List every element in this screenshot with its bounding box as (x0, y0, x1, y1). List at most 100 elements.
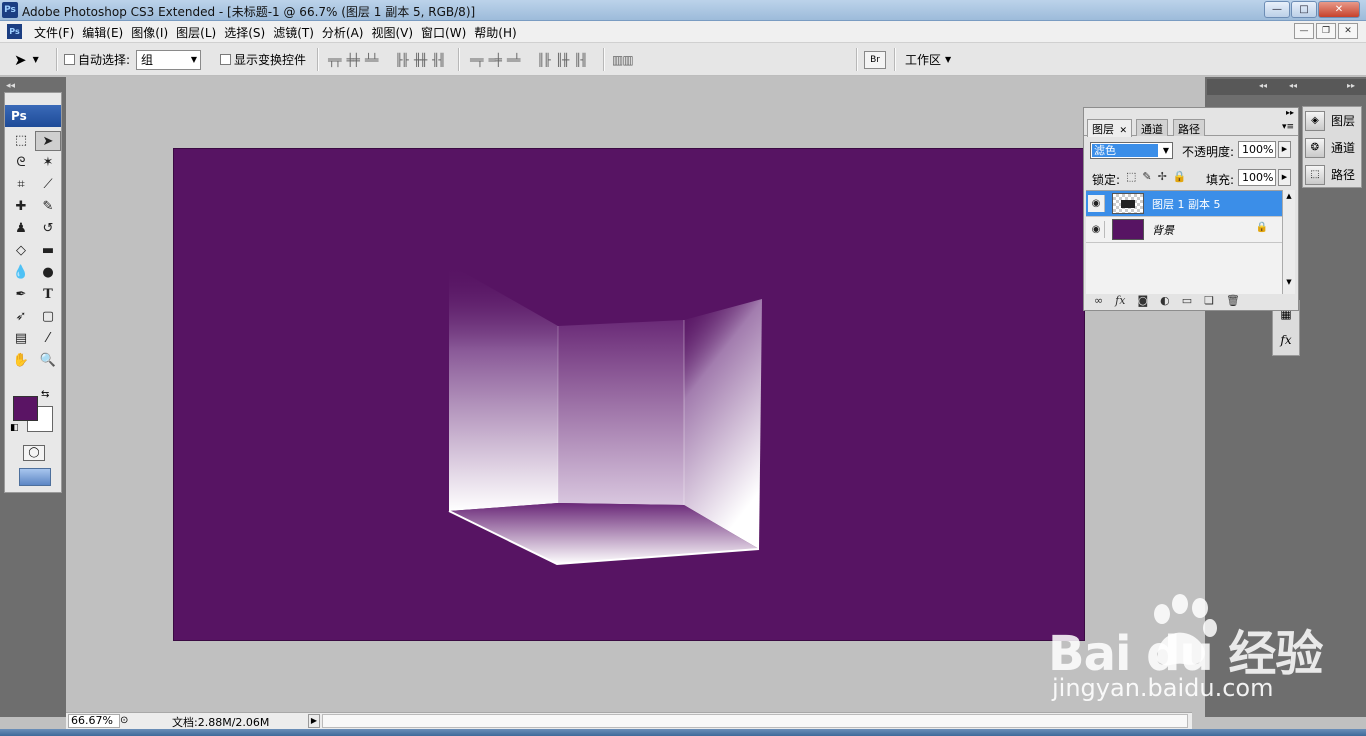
menu-image[interactable]: 图像(I) (127, 24, 172, 41)
pen-tool-icon[interactable]: ✒ (8, 285, 34, 305)
lock-all-icon[interactable]: 🔒 (1173, 170, 1187, 183)
healing-brush-tool-icon[interactable]: ✚ (8, 197, 34, 217)
zoom-tool-icon[interactable]: 🔍 (35, 351, 61, 371)
new-layer-icon[interactable]: ❏ (1204, 294, 1214, 307)
panel-menu-icon[interactable]: ▾≡ (1282, 122, 1294, 132)
tab-paths[interactable]: 路径 (1173, 119, 1205, 136)
align-bottom-icon[interactable]: ╧╧ (365, 53, 378, 67)
show-transform-checkbox[interactable] (220, 54, 231, 65)
doc-minimize-button[interactable]: — (1294, 23, 1314, 39)
bridge-icon[interactable]: Br (864, 50, 886, 69)
close-button[interactable]: ✕ (1318, 1, 1360, 18)
menu-file[interactable]: 文件(F) (30, 24, 78, 41)
visibility-eye-icon[interactable]: ◉ (1088, 195, 1105, 212)
notes-tool-icon[interactable]: ▤ (8, 329, 34, 349)
crop-tool-icon[interactable]: ⌗ (8, 175, 34, 195)
quick-mask-button[interactable]: ◯ (23, 445, 45, 461)
add-mask-icon[interactable]: ◙ (1137, 294, 1148, 307)
shape-tool-icon[interactable]: ▢ (35, 307, 61, 327)
default-colors-icon[interactable]: ◧ (10, 423, 19, 433)
styles-fx-icon[interactable]: fx (1273, 327, 1299, 353)
horizontal-scrollbar[interactable] (322, 714, 1188, 728)
close-icon[interactable]: ✕ (1120, 126, 1128, 136)
type-tool-icon[interactable]: T (35, 285, 61, 305)
tab-channels[interactable]: 通道 (1136, 119, 1168, 136)
status-icon[interactable]: ⊙ (120, 715, 128, 726)
layers-scrollbar[interactable]: ▲ ▼ (1282, 190, 1295, 294)
distribute-left-icon[interactable]: ║╟ (537, 53, 550, 67)
gradient-tool-icon[interactable]: ▬ (35, 241, 61, 261)
history-brush-tool-icon[interactable]: ↺ (35, 219, 61, 239)
lock-position-icon[interactable]: ✢ (1158, 170, 1167, 183)
blend-mode-dropdown[interactable]: 滤色 ▼ (1090, 142, 1173, 159)
eraser-tool-icon[interactable]: ◇ (8, 241, 34, 261)
auto-align-layers-icon[interactable]: ▥▥ (612, 53, 634, 67)
dock-paths-button[interactable]: ⬚ 路径 (1303, 161, 1361, 188)
auto-select-checkbox[interactable] (64, 54, 75, 65)
status-menu-arrow[interactable]: ▶ (308, 714, 320, 728)
menu-edit[interactable]: 编辑(E) (78, 24, 127, 41)
menu-analysis[interactable]: 分析(A) (318, 24, 368, 41)
expand-icon[interactable]: ▸▸ (1347, 81, 1355, 90)
move-tool-icon[interactable]: ➤ (35, 131, 61, 151)
dock-channels-button[interactable]: ❂ 通道 (1303, 134, 1361, 161)
menu-view[interactable]: 视图(V) (367, 24, 417, 41)
foreground-color-swatch[interactable] (13, 396, 38, 421)
document-icon[interactable]: Ps (7, 24, 22, 39)
zoom-field[interactable]: 66.67% (68, 714, 120, 728)
delete-layer-icon[interactable]: 🗑 (1226, 294, 1240, 307)
minimize-button[interactable]: — (1264, 1, 1290, 18)
eyedropper-tool-icon[interactable]: ⁄ (35, 329, 61, 349)
distribute-right-icon[interactable]: ║╢ (574, 53, 587, 67)
visibility-eye-icon[interactable]: ◉ (1088, 221, 1105, 238)
layer-row-copy5[interactable]: ◉ 图层 1 副本 5 (1086, 191, 1282, 217)
opacity-input[interactable]: 100% (1238, 141, 1276, 158)
workspace-menu[interactable]: 工作区 ▼ (905, 43, 951, 76)
dock-layers-button[interactable]: ◈ 图层 (1303, 107, 1361, 134)
menu-layer[interactable]: 图层(L) (172, 24, 220, 41)
collapse-panel-icon[interactable]: ◂◂ (6, 81, 15, 91)
adjustment-layer-icon[interactable]: ◐ (1160, 294, 1170, 307)
move-tool-preset[interactable]: ➤ ▼ (14, 43, 39, 76)
fill-input[interactable]: 100% (1238, 169, 1276, 186)
magic-wand-tool-icon[interactable]: ✶ (35, 153, 61, 173)
marquee-tool-icon[interactable]: ⬚ (8, 131, 34, 151)
brush-tool-icon[interactable]: ✎ (35, 197, 61, 217)
distribute-top-icon[interactable]: ═╤ (470, 53, 483, 67)
distribute-bottom-icon[interactable]: ═╧ (507, 53, 520, 67)
collapse-icon[interactable]: ◂◂ (1289, 81, 1297, 90)
maximize-button[interactable]: □ (1291, 1, 1317, 18)
new-group-icon[interactable]: ▭ (1182, 294, 1192, 307)
screen-mode-button[interactable] (19, 468, 51, 486)
layer-row-background[interactable]: ◉ 背景 🔒 (1086, 217, 1282, 243)
fill-slider-button[interactable]: ▶ (1278, 169, 1291, 186)
align-hcenter-icon[interactable]: ╫╫ (414, 53, 427, 67)
swap-colors-icon[interactable]: ⇆ (41, 389, 49, 400)
document-canvas[interactable] (173, 148, 1085, 641)
align-top-icon[interactable]: ╤╤ (328, 53, 341, 67)
menu-help[interactable]: 帮助(H) (470, 24, 520, 41)
hand-tool-icon[interactable]: ✋ (8, 351, 34, 371)
link-layers-icon[interactable]: ∞ (1094, 294, 1103, 307)
align-left-icon[interactable]: ╟╟ (395, 53, 408, 67)
layer-style-fx-icon[interactable]: fx (1115, 294, 1125, 307)
path-selection-tool-icon[interactable]: ➶ (8, 307, 34, 327)
lasso-tool-icon[interactable]: ᘓ (8, 153, 34, 173)
align-vcenter-icon[interactable]: ╪╪ (346, 53, 359, 67)
doc-restore-button[interactable]: ❐ (1316, 23, 1336, 39)
auto-select-dropdown[interactable]: 组 (136, 49, 202, 70)
blur-tool-icon[interactable]: 💧 (8, 263, 34, 283)
doc-close-button[interactable]: ✕ (1338, 23, 1358, 39)
menu-select[interactable]: 选择(S) (220, 24, 269, 41)
menu-filter[interactable]: 滤镜(T) (269, 24, 318, 41)
align-right-icon[interactable]: ╢╢ (432, 53, 445, 67)
menu-window[interactable]: 窗口(W) (417, 24, 470, 41)
lock-transparent-icon[interactable]: ⬚ (1126, 170, 1136, 183)
opacity-slider-button[interactable]: ▶ (1278, 141, 1291, 158)
distribute-hcenter-icon[interactable]: ║╫ (556, 53, 569, 67)
clone-stamp-tool-icon[interactable]: ♟ (8, 219, 34, 239)
slice-tool-icon[interactable]: ⟋ (35, 175, 61, 195)
dodge-tool-icon[interactable]: ● (35, 263, 61, 283)
lock-image-icon[interactable]: ✎ (1142, 170, 1151, 183)
distribute-vcenter-icon[interactable]: ═╪ (488, 53, 501, 67)
